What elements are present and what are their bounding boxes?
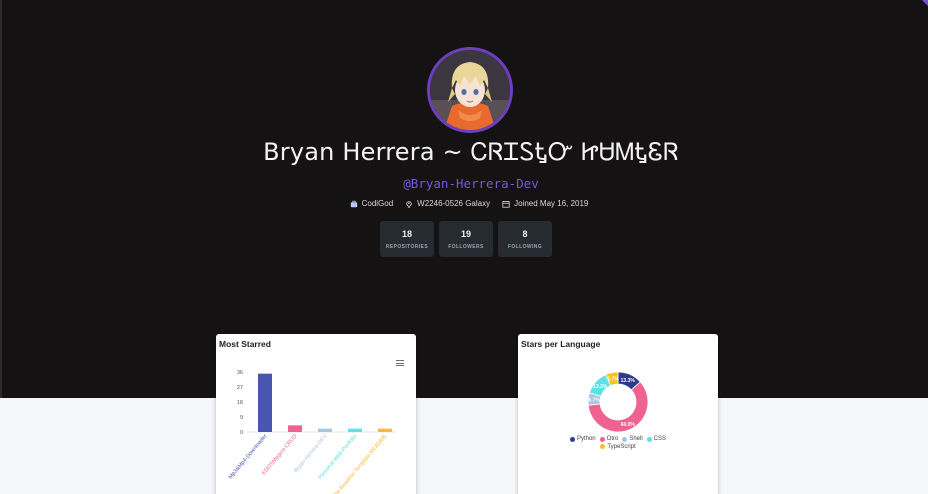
stat-followers-label: FOLLOWERS xyxy=(448,244,484,250)
stars-per-language-card: Stars per Language 13.3% 60.0% 6.7% 13.3% 6.… xyxy=(518,334,718,494)
meta-joined-text: Joined May 16, 2019 xyxy=(514,199,589,208)
stats-row: 18 REPOSITORIES 19 FOLLOWERS 8 FOLLOWING xyxy=(380,221,552,257)
legend-item-css[interactable]: CSS xyxy=(646,436,667,442)
profile-meta: CodiGod W2246-0526 Galaxy Joined May 16,… xyxy=(2,199,928,208)
legend-dot-icon xyxy=(646,436,652,442)
stat-followers[interactable]: 19 FOLLOWERS xyxy=(439,221,493,257)
stars-per-language-chart: 13.3%60.0%6.7%13.3%6.7% xyxy=(587,371,649,433)
bar-profile-readme-template-readme[interactable] xyxy=(378,428,392,432)
avatar[interactable] xyxy=(430,50,510,130)
y-tick-label: 36 xyxy=(237,370,243,376)
legend-label: Python xyxy=(576,436,596,442)
bar-mp3-mp4-downloader[interactable] xyxy=(258,373,272,432)
legend-label: Shell xyxy=(629,436,643,442)
x-tick-label: Profile-Readme-Template-README xyxy=(328,433,389,494)
slice-label: 13.3% xyxy=(621,378,636,384)
slice-label: 60.0% xyxy=(621,422,636,428)
profile-header: Bryan Herrera ~ ᏟᏒᏆᏚᎿᏅ ᏥᏌᎷᎿᏋᏒ @Bryan-Her… xyxy=(0,0,928,398)
briefcase-icon xyxy=(350,200,357,207)
stat-repositories[interactable]: 18 REPOSITORIES xyxy=(380,221,434,257)
legend-item-typescript[interactable]: TypeScript xyxy=(600,443,636,450)
stat-repositories-value: 18 xyxy=(401,229,412,239)
profile-name: Bryan Herrera ~ ᏟᏒᏆᏚᎿᏅ ᏥᏌᎷᎿᏋᏒ xyxy=(263,138,679,166)
stat-followers-value: 19 xyxy=(460,229,471,239)
meta-location-text: W2246-0526 Galaxy xyxy=(417,199,491,208)
corner-accent xyxy=(922,0,928,6)
meta-company: CodiGod xyxy=(350,199,394,208)
meta-location: W2246-0526 Galaxy xyxy=(405,199,490,208)
legend-dot-icon xyxy=(600,444,606,449)
legend-item-python[interactable]: Python xyxy=(569,436,596,442)
most-starred-chart: 09182736Mp3&Mp4-DownloaderEDOSMagico-CRU… xyxy=(228,370,396,494)
profile-handle[interactable]: @Bryan-Herrera-Dev xyxy=(2,176,928,191)
legend-dot-icon xyxy=(622,436,628,442)
legend-dot-icon xyxy=(569,436,575,442)
y-tick-label: 27 xyxy=(237,385,243,391)
y-tick-label: 9 xyxy=(240,415,243,421)
slice-label: 6.7% xyxy=(607,377,619,383)
x-tick-label: Bryan-Herrera-DEV xyxy=(293,433,329,474)
avatar-ring xyxy=(427,47,513,133)
legend-label: TypeScript xyxy=(607,443,636,450)
stat-following-value: 8 xyxy=(522,229,528,239)
language-legend: Python Otro Shell CSS TypeScript xyxy=(518,436,718,451)
meta-joined: Joined May 16, 2019 xyxy=(502,199,588,208)
stat-following-label: FOLLOWING xyxy=(507,244,543,250)
anime-avatar-icon xyxy=(430,50,510,130)
bar-personal-web-portfolio[interactable] xyxy=(348,428,362,432)
legend-item-otro[interactable]: Otro xyxy=(599,436,619,442)
bar-bryan-herrera-dev[interactable] xyxy=(318,428,332,432)
slice-label: 13.3% xyxy=(593,384,608,390)
y-tick-label: 18 xyxy=(237,400,243,406)
stat-repositories-label: REPOSITORIES xyxy=(385,244,429,250)
bar-edosmagico-crud[interactable] xyxy=(288,425,302,432)
legend-label: CSS xyxy=(653,436,667,442)
y-tick-label: 0 xyxy=(240,430,243,436)
location-pin-icon xyxy=(406,200,412,208)
legend-label: Otro xyxy=(606,436,619,442)
stat-following[interactable]: 8 FOLLOWING xyxy=(498,221,552,257)
calendar-icon xyxy=(502,200,510,208)
most-starred-card: Most Starred 0 9 18 27 36 Mp3&Mp4-Downloader E… xyxy=(216,334,416,494)
legend-dot-icon xyxy=(599,436,605,442)
slice-label: 6.7% xyxy=(588,398,600,404)
legend-item-shell[interactable]: Shell xyxy=(622,436,643,442)
meta-company-text: CodiGod xyxy=(361,199,394,208)
